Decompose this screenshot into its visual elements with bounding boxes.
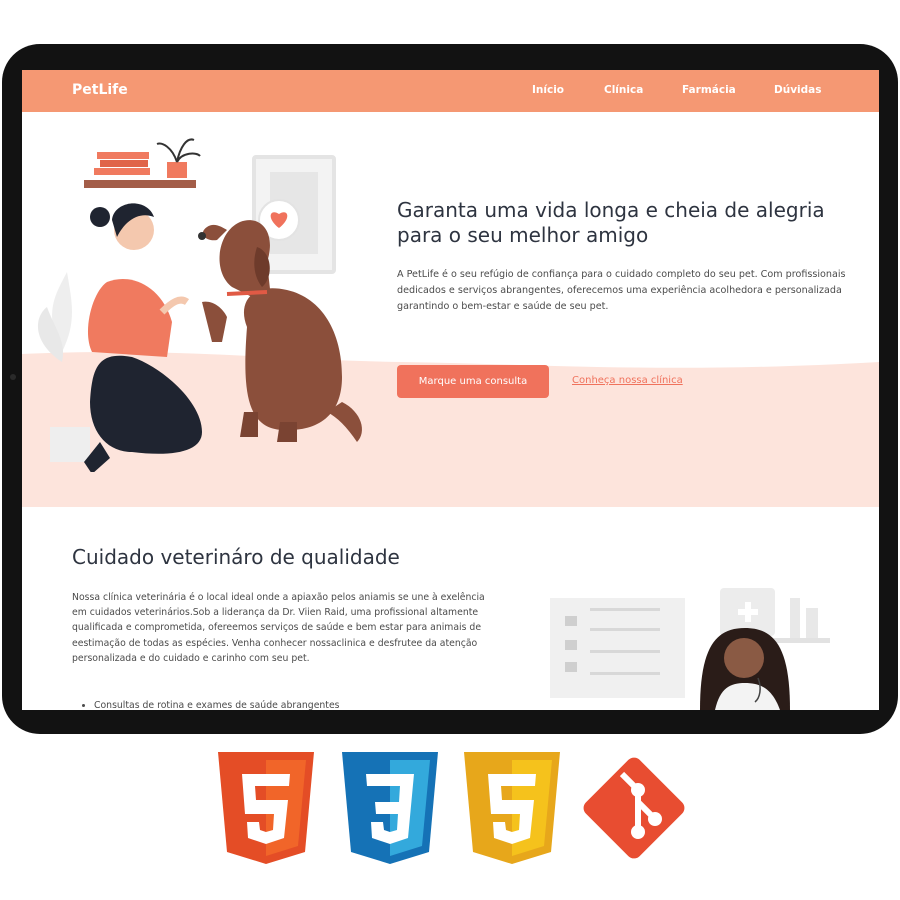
website-screen: PetLife Início Clínica Farmácia Dúvidas — [22, 70, 879, 710]
nav-link-duvidas[interactable]: Dúvidas — [774, 84, 822, 96]
section-title: Cuidado veterináro de qualidade — [72, 545, 400, 569]
nav-link-clinica[interactable]: Clínica — [604, 84, 643, 96]
hero-section: Garanta uma vida longa e cheia de alegri… — [22, 112, 879, 507]
nav-link-farmacia[interactable]: Farmácia — [682, 84, 736, 96]
html5-icon — [218, 752, 314, 864]
navbar: PetLife Início Clínica Farmácia Dúvidas — [22, 70, 879, 112]
javascript-icon — [464, 752, 560, 864]
nav-link-inicio[interactable]: Início — [532, 84, 564, 96]
section-description: Nossa clínica veterinária é o local idea… — [72, 592, 485, 664]
clinic-link[interactable]: Conheça nossa clínica — [572, 375, 683, 386]
hero-title: Garanta uma vida longa e cheia de alegri… — [397, 198, 825, 247]
camera-dot — [10, 374, 16, 380]
hero-illustration — [37, 138, 362, 472]
hero-description: A PetLife é o seu refúgio de confiança p… — [397, 269, 846, 312]
book-appointment-button[interactable]: Marque uma consulta — [397, 365, 549, 398]
services-list: Consultas de rotina e exames de saúde ab… — [82, 700, 340, 710]
logo[interactable]: PetLife — [72, 82, 128, 98]
list-item: Consultas de rotina e exames de saúde ab… — [94, 700, 340, 710]
git-icon — [583, 757, 685, 859]
vet-illustration — [550, 588, 830, 710]
css3-icon — [342, 752, 438, 864]
